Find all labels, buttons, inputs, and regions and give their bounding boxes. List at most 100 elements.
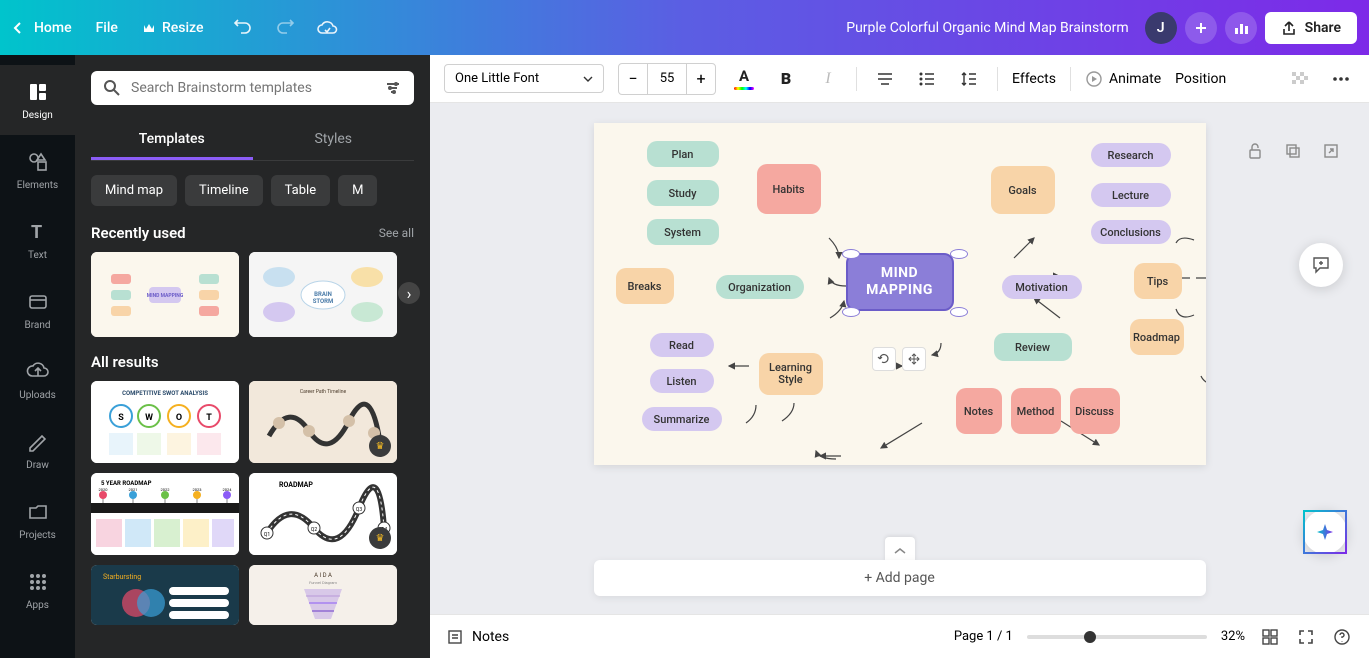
template-thumb-career[interactable]: Career Path Timeline ♛ bbox=[249, 381, 397, 463]
chip-table[interactable]: Table bbox=[271, 175, 330, 206]
zoom-percentage[interactable]: 32% bbox=[1221, 629, 1245, 644]
node-listen[interactable]: Listen bbox=[650, 369, 714, 393]
node-goals[interactable]: Goals bbox=[991, 166, 1055, 214]
node-habits[interactable]: Habits bbox=[757, 164, 821, 214]
document-title[interactable]: Purple Colorful Organic Mind Map Brainst… bbox=[846, 20, 1128, 36]
rail-apps[interactable]: Apps bbox=[0, 555, 75, 625]
template-thumb-aida[interactable]: A I D AFunnel Diagram bbox=[249, 565, 397, 625]
chip-more[interactable]: M bbox=[338, 175, 377, 206]
align-button[interactable] bbox=[871, 65, 899, 93]
share-button[interactable]: Share bbox=[1265, 12, 1357, 44]
page-indicator[interactable]: Page 1 / 1 bbox=[954, 629, 1013, 644]
help-button[interactable] bbox=[1331, 626, 1353, 648]
canvas-area: One Little Font − + A B I Effects bbox=[430, 55, 1369, 658]
list-button[interactable] bbox=[913, 65, 941, 93]
filter-icon[interactable] bbox=[384, 79, 402, 97]
node-conclusions[interactable]: Conclusions bbox=[1091, 220, 1171, 244]
node-read[interactable]: Read bbox=[650, 333, 714, 357]
pop-out-button[interactable] bbox=[1319, 139, 1343, 163]
node-motivation[interactable]: Motivation bbox=[1002, 275, 1082, 299]
analytics-button[interactable] bbox=[1225, 12, 1257, 44]
font-size-increase[interactable]: + bbox=[687, 64, 715, 94]
add-member-button[interactable] bbox=[1185, 12, 1217, 44]
rail-projects[interactable]: Projects bbox=[0, 485, 75, 555]
template-thumb-roadmap[interactable]: ROADMAPQ1Q2Q3Q4 ♛ bbox=[249, 473, 397, 555]
node-summarize[interactable]: Summarize bbox=[642, 407, 722, 431]
add-page-button[interactable]: + Add page bbox=[594, 560, 1206, 596]
rail-design[interactable]: Design bbox=[0, 65, 75, 135]
resize-menu[interactable]: Resize bbox=[142, 20, 204, 36]
node-lecture[interactable]: Lecture bbox=[1091, 183, 1171, 207]
node-learning-style[interactable]: Learning Style bbox=[759, 353, 823, 395]
node-breaks[interactable]: Breaks bbox=[616, 268, 674, 304]
undo-button[interactable] bbox=[231, 16, 255, 40]
back-home-button[interactable]: Home bbox=[12, 20, 72, 36]
font-size-input[interactable] bbox=[647, 64, 687, 94]
node-roadmap[interactable]: Roadmap bbox=[1130, 319, 1184, 355]
node-review[interactable]: Review bbox=[994, 333, 1072, 361]
search-input[interactable] bbox=[131, 80, 374, 96]
rail-text[interactable]: TText bbox=[0, 205, 75, 275]
template-thumb-starburst[interactable]: Starbursting bbox=[91, 565, 239, 625]
thumbs-scroll-right[interactable]: › bbox=[398, 282, 420, 304]
rotate-handle[interactable] bbox=[872, 347, 896, 371]
template-thumb-recent-1[interactable]: MIND MAPPING bbox=[91, 252, 239, 337]
node-study[interactable]: Study bbox=[647, 180, 719, 206]
comment-fab[interactable] bbox=[1299, 243, 1343, 287]
zoom-knob[interactable] bbox=[1084, 631, 1096, 643]
node-plan[interactable]: Plan bbox=[647, 141, 719, 167]
rail-draw[interactable]: Draw bbox=[0, 415, 75, 485]
node-research[interactable]: Research bbox=[1091, 143, 1171, 167]
zoom-slider[interactable] bbox=[1027, 635, 1207, 639]
chip-mindmap[interactable]: Mind map bbox=[91, 175, 177, 206]
node-tips[interactable]: Tips bbox=[1134, 263, 1182, 299]
cloud-sync-icon[interactable] bbox=[315, 16, 339, 40]
node-notes[interactable]: Notes bbox=[956, 388, 1002, 434]
font-select[interactable]: One Little Font bbox=[444, 64, 604, 93]
node-system[interactable]: System bbox=[647, 219, 719, 245]
redo-button[interactable] bbox=[273, 16, 297, 40]
rail-brand[interactable]: Brand bbox=[0, 275, 75, 345]
template-thumb-5year[interactable]: 5 YEAR ROADMAP20202021202220232024 bbox=[91, 473, 239, 555]
chip-timeline[interactable]: Timeline bbox=[185, 175, 263, 206]
rail-uploads[interactable]: Uploads bbox=[0, 345, 75, 415]
text-color-button[interactable]: A bbox=[730, 65, 758, 93]
bold-button[interactable]: B bbox=[772, 65, 800, 93]
see-all-link[interactable]: See all bbox=[379, 226, 414, 240]
node-organization[interactable]: Organization bbox=[716, 275, 804, 299]
selection-handle[interactable] bbox=[950, 307, 968, 317]
grid-view-button[interactable] bbox=[1259, 626, 1281, 648]
tab-templates[interactable]: Templates bbox=[91, 121, 253, 160]
lock-button[interactable] bbox=[1243, 139, 1267, 163]
file-menu[interactable]: File bbox=[96, 20, 118, 36]
animate-button[interactable]: Animate bbox=[1085, 70, 1161, 88]
node-center[interactable]: MIND MAPPING bbox=[846, 253, 954, 311]
font-size-decrease[interactable]: − bbox=[619, 64, 647, 94]
chevron-left-icon bbox=[12, 21, 22, 35]
pro-badge-icon: ♛ bbox=[369, 527, 391, 549]
selection-handle[interactable] bbox=[842, 249, 860, 259]
spacing-button[interactable] bbox=[955, 65, 983, 93]
template-thumb-recent-2[interactable]: BRAINSTORM bbox=[249, 252, 397, 337]
position-button[interactable]: Position bbox=[1175, 71, 1226, 87]
node-method[interactable]: Method bbox=[1011, 388, 1061, 434]
chips-scroll-right[interactable]: › bbox=[406, 175, 414, 206]
page-handle[interactable] bbox=[885, 537, 915, 562]
transparency-button[interactable] bbox=[1285, 65, 1313, 93]
more-button[interactable] bbox=[1327, 65, 1355, 93]
rail-elements[interactable]: Elements bbox=[0, 135, 75, 205]
selection-handle[interactable] bbox=[950, 249, 968, 259]
left-rail: Design Elements TText Brand Uploads Draw… bbox=[0, 55, 75, 658]
selection-handle[interactable] bbox=[842, 307, 860, 317]
move-handle[interactable] bbox=[902, 347, 926, 371]
user-avatar[interactable]: J bbox=[1145, 12, 1177, 44]
canvas-page[interactable]: Plan Study System Habits Goals Research … bbox=[594, 123, 1206, 465]
effects-button[interactable]: Effects bbox=[1012, 71, 1056, 87]
tab-styles[interactable]: Styles bbox=[253, 121, 415, 160]
duplicate-button[interactable] bbox=[1281, 139, 1305, 163]
node-discuss[interactable]: Discuss bbox=[1070, 388, 1120, 434]
template-thumb-swot[interactable]: COMPETITIVE SWOT ANALYSISSWOT bbox=[91, 381, 239, 463]
notes-button[interactable]: Notes bbox=[446, 628, 509, 646]
fullscreen-button[interactable] bbox=[1295, 626, 1317, 648]
italic-button[interactable]: I bbox=[814, 65, 842, 93]
